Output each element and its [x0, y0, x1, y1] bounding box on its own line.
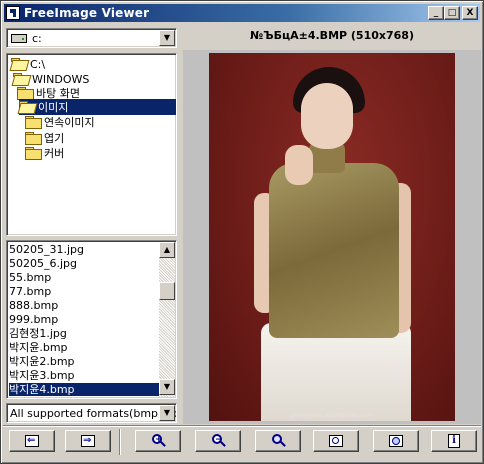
list-item[interactable]: 박지윤2.bmp — [9, 355, 161, 368]
previous-image-button[interactable]: ⇐ — [9, 430, 55, 452]
drive-select[interactable]: c: ▼ — [6, 28, 177, 48]
folder-icon — [25, 147, 42, 160]
list-item[interactable]: 888.bmp — [9, 299, 161, 312]
drive-value: c: — [32, 31, 42, 45]
open-folder-icon — [11, 58, 27, 70]
list-item[interactable]: 박지윤3.bmp — [9, 369, 161, 382]
app-icon[interactable] — [6, 6, 20, 20]
scroll-thumb[interactable] — [159, 282, 175, 300]
photo-watermark: parkjiyoon.soundpump.com — [290, 412, 374, 419]
list-item[interactable]: 55.bmp — [9, 271, 161, 284]
list-item[interactable]: 77.bmp — [9, 285, 161, 298]
folder-tree[interactable]: C:\ WINDOWS 바탕 화면 이미지 연속이미지 엽기 커버 — [6, 53, 177, 236]
list-item[interactable]: 김현정1.jpg — [9, 327, 161, 340]
info-icon: i — [448, 434, 460, 448]
file-list-scrollbar[interactable]: ▲ ▼ — [159, 242, 175, 397]
full-screen-icon — [389, 435, 403, 447]
tree-item-bizarre[interactable]: 엽기 — [25, 130, 64, 146]
tree-item-cover[interactable]: 커버 — [25, 145, 64, 161]
displayed-photo: parkjiyoon.soundpump.com — [209, 53, 455, 421]
file-type-filter[interactable]: All supported formats(bmp;ico;jp ▼ — [6, 403, 177, 423]
actual-size-icon — [329, 435, 343, 447]
zoom-fit-icon — [271, 434, 286, 448]
tree-item-label: WINDOWS — [32, 72, 90, 86]
window-controls: _ □ X — [428, 6, 478, 20]
arrow-right-icon: ⇒ — [81, 435, 95, 447]
file-list[interactable]: 50205_31.jpg 50205_6.jpg 55.bmp 77.bmp 8… — [6, 240, 177, 399]
tree-item-label: 커버 — [44, 147, 65, 160]
tree-item-label: 연속이미지 — [44, 116, 95, 129]
tree-item-label: 이미지 — [38, 101, 69, 114]
photo-face — [301, 83, 353, 149]
list-item-selected[interactable]: 박지윤4.bmp — [9, 383, 161, 396]
minimize-button[interactable]: _ — [428, 6, 444, 20]
list-item[interactable]: 50205_6.jpg — [9, 257, 161, 270]
open-folder-icon — [13, 73, 29, 85]
tree-item-c-drive[interactable]: C:\ — [11, 56, 45, 72]
chevron-down-icon[interactable]: ▼ — [159, 405, 175, 421]
tree-item-label: 엽기 — [44, 132, 65, 145]
list-item[interactable]: 999.bmp — [9, 313, 161, 326]
photo-hand — [285, 145, 313, 185]
zoom-out-button[interactable]: − — [195, 430, 241, 452]
zoom-in-button[interactable]: + — [135, 430, 181, 452]
toolbar-divider — [3, 425, 481, 427]
photo-top — [269, 163, 399, 338]
close-button[interactable]: X — [462, 6, 478, 20]
tree-item-sequence-images[interactable]: 연속이미지 — [25, 114, 95, 130]
folder-icon — [25, 116, 42, 129]
chevron-down-icon[interactable]: ▼ — [159, 30, 175, 46]
filter-value: All supported formats(bmp;ico;jp — [10, 406, 177, 420]
window-title: FreeImage Viewer — [24, 6, 150, 20]
zoom-out-icon: − — [211, 434, 226, 448]
list-item[interactable]: 50205_31.jpg — [9, 243, 161, 256]
info-button[interactable]: i — [431, 430, 477, 452]
image-info-header: №ЪБцА±4.BMP (510x768) — [250, 29, 414, 42]
toolbar-separator — [119, 429, 121, 455]
app-window: FreeImage Viewer _ □ X c: ▼ C:\ WINDOWS … — [0, 0, 484, 464]
tree-item-images[interactable]: 이미지 — [19, 99, 176, 115]
zoom-fit-button[interactable] — [255, 430, 301, 452]
scroll-up-button[interactable]: ▲ — [159, 242, 175, 258]
arrow-left-icon: ⇐ — [25, 435, 39, 447]
maximize-button[interactable]: □ — [444, 6, 460, 20]
hard-drive-icon — [11, 33, 27, 43]
actual-size-button[interactable] — [313, 430, 359, 452]
full-screen-button[interactable] — [373, 430, 419, 452]
list-item[interactable]: 박지윤.bmp — [9, 341, 161, 354]
open-folder-icon — [19, 101, 35, 113]
image-viewport[interactable]: parkjiyoon.soundpump.com — [183, 50, 481, 424]
zoom-in-icon: + — [151, 434, 166, 448]
scroll-down-button[interactable]: ▼ — [159, 379, 175, 395]
tree-item-label: C:\ — [30, 57, 46, 71]
title-bar[interactable]: FreeImage Viewer _ □ X — [4, 4, 480, 22]
next-image-button[interactable]: ⇒ — [65, 430, 111, 452]
folder-icon — [17, 87, 34, 100]
folder-icon — [25, 132, 42, 145]
